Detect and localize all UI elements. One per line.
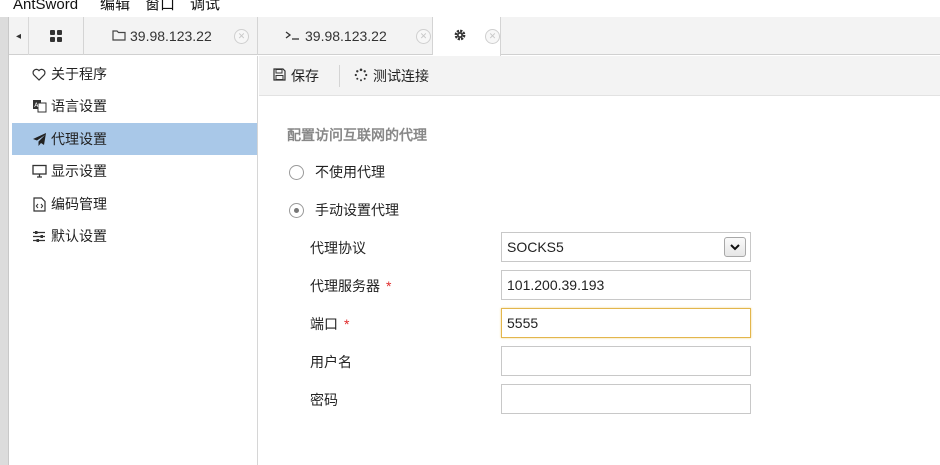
code-file-icon: [31, 196, 47, 212]
settings-toolbar: 保存 测试连接: [259, 56, 940, 96]
manual-proxy-option[interactable]: 手动设置代理: [289, 200, 399, 220]
username-input[interactable]: [501, 346, 751, 376]
caret-left-icon: ◂: [15, 30, 22, 42]
username-label: 用户名: [310, 354, 352, 370]
sidebar-item-label: 关于程序: [51, 66, 107, 82]
grid-icon: [50, 30, 62, 42]
protocol-select[interactable]: SOCKS5: [501, 232, 751, 262]
menu-debug[interactable]: 调试: [190, 0, 220, 15]
tab-settings[interactable]: ✕: [433, 17, 501, 56]
sidebar-item-label: 代理设置: [51, 131, 107, 147]
protocol-label: 代理协议: [310, 240, 366, 256]
tab-scroll-left-button[interactable]: ◂: [9, 17, 29, 55]
sidebar-item-label: 默认设置: [51, 228, 107, 244]
chevron-down-icon[interactable]: [724, 237, 746, 257]
close-icon[interactable]: ✕: [416, 29, 431, 44]
sidebar-item-label: 显示设置: [51, 163, 107, 179]
port-input[interactable]: [501, 308, 751, 338]
sidebar-item-encoding[interactable]: 编码管理: [12, 188, 257, 220]
test-connection-label: 测试连接: [373, 68, 429, 84]
tab-home[interactable]: [29, 17, 84, 55]
close-icon[interactable]: ✕: [234, 29, 249, 44]
port-label: 端口 *: [310, 314, 349, 334]
toolbar-divider: [339, 65, 340, 87]
monitor-icon: [31, 163, 47, 179]
tab-label: 39.98.123.22: [130, 28, 212, 44]
protocol-value: SOCKS5: [507, 239, 564, 255]
menu-antsword[interactable]: AntSword: [13, 0, 78, 15]
port-label-text: 端口: [310, 316, 338, 332]
tab-terminal[interactable]: 39.98.123.22 ✕: [258, 17, 433, 55]
no-proxy-label: 不使用代理: [315, 164, 385, 180]
manual-proxy-radio[interactable]: [289, 202, 304, 218]
menu-bar: AntSword 编辑 窗口 调试: [0, 0, 940, 17]
spinner-icon: [354, 68, 368, 85]
no-proxy-option[interactable]: 不使用代理: [289, 162, 385, 182]
test-connection-button[interactable]: 测试连接: [354, 56, 429, 96]
save-button[interactable]: 保存: [273, 56, 319, 96]
password-label: 密码: [310, 392, 338, 408]
background-window-edge: [0, 17, 9, 465]
sidebar-item-about[interactable]: 关于程序: [12, 58, 257, 90]
sliders-icon: [31, 228, 47, 244]
terminal-icon: [285, 29, 301, 44]
proxy-server-input[interactable]: [501, 270, 751, 300]
required-marker: *: [386, 278, 392, 294]
paper-plane-icon: [31, 131, 47, 147]
sidebar-item-proxy[interactable]: 代理设置: [12, 123, 257, 155]
save-label: 保存: [291, 68, 319, 84]
heart-icon: [31, 66, 47, 82]
close-icon[interactable]: ✕: [485, 29, 500, 44]
settings-sidebar: 关于程序 A 语言设置 代理设置 显示设置 编码管理 默认设置: [10, 56, 258, 465]
required-marker: *: [344, 316, 350, 332]
language-icon: A: [31, 98, 47, 114]
sidebar-item-display[interactable]: 显示设置: [12, 155, 257, 187]
no-proxy-radio[interactable]: [289, 164, 304, 180]
tab-file-manager[interactable]: 39.98.123.22 ✕: [84, 17, 258, 55]
floppy-disk-icon: [273, 68, 286, 84]
proxy-section-title: 配置访问互联网的代理: [287, 127, 427, 143]
server-label-text: 代理服务器: [310, 278, 380, 294]
sidebar-item-defaults[interactable]: 默认设置: [12, 220, 257, 252]
menu-edit[interactable]: 编辑: [100, 0, 130, 15]
server-label: 代理服务器 *: [310, 276, 391, 296]
tab-label: 39.98.123.22: [305, 28, 387, 44]
tab-bar: ◂ 39.98.123.22 ✕ 39.98.123.22 ✕ ✕: [9, 17, 940, 56]
manual-proxy-label: 手动设置代理: [315, 202, 399, 218]
sidebar-item-label: 语言设置: [51, 98, 107, 114]
folder-icon: [112, 29, 126, 44]
sidebar-item-label: 编码管理: [51, 196, 107, 212]
menu-window[interactable]: 窗口: [145, 0, 175, 15]
password-input[interactable]: [501, 384, 751, 414]
sidebar-item-language[interactable]: A 语言设置: [12, 90, 257, 122]
gear-icon: [453, 28, 467, 45]
